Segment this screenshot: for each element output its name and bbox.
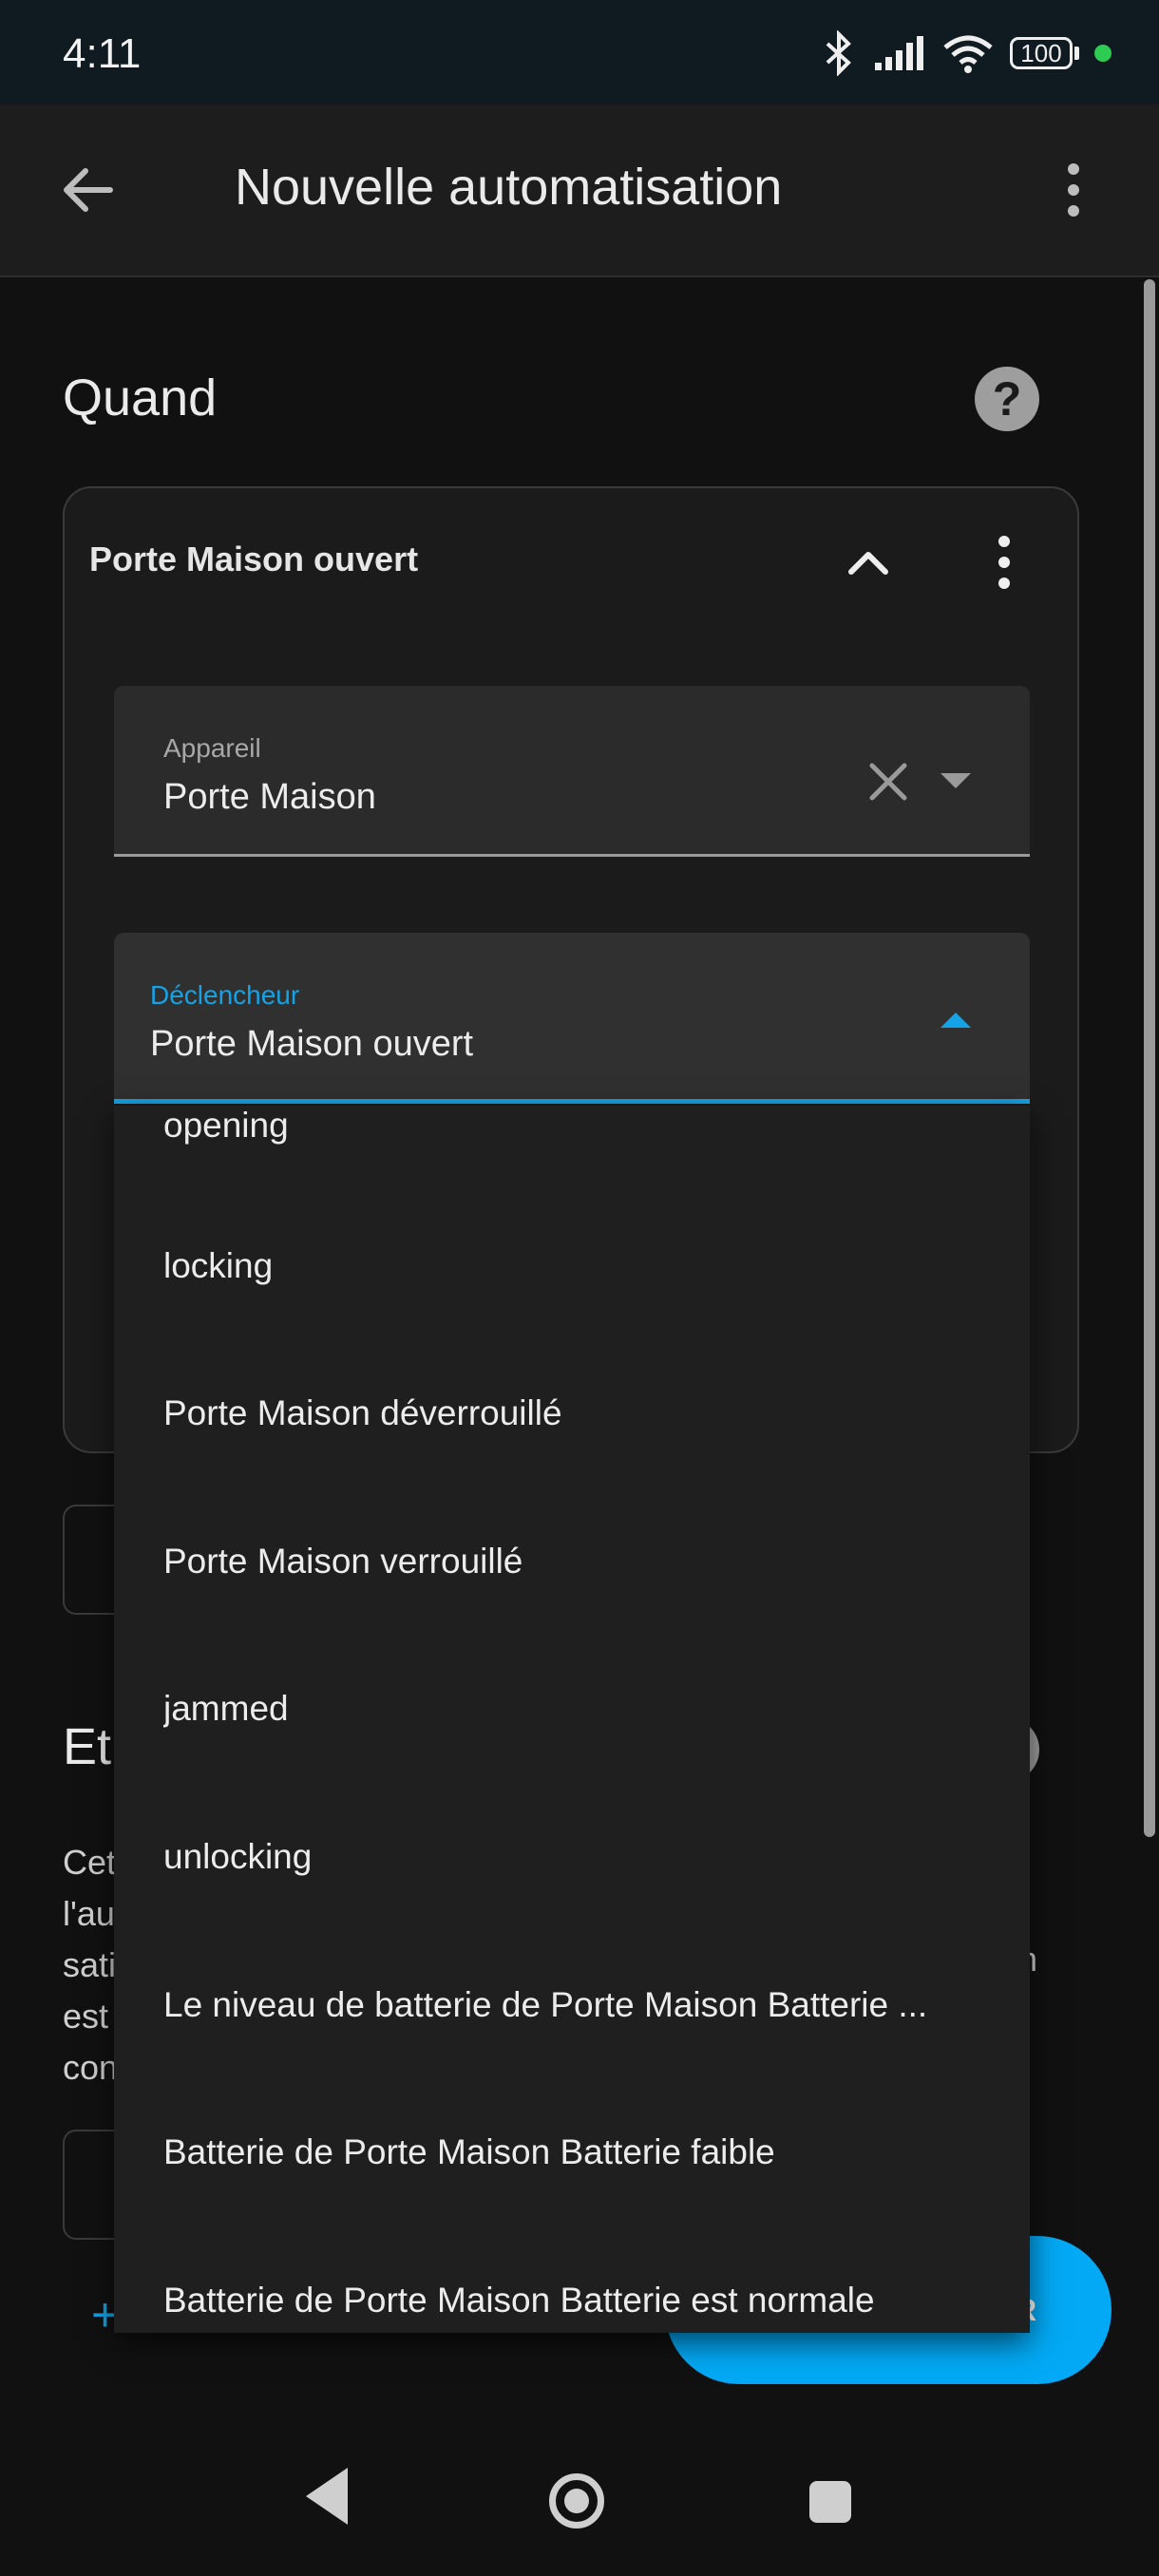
menu-item-battery-level[interactable]: Le niveau de batterie de Porte Maison Ba… — [163, 1985, 999, 2025]
menu-item-unlocking[interactable]: unlocking — [163, 1837, 999, 1877]
menu-item-locked[interactable]: Porte Maison verrouillé — [163, 1542, 999, 1582]
trigger-field-value: Porte Maison ouvert — [150, 1024, 474, 1064]
status-time: 4:11 — [63, 30, 142, 77]
menu-item-battery-normal[interactable]: Batterie de Porte Maison Batterie est no… — [163, 2281, 999, 2320]
clear-icon[interactable] — [864, 758, 912, 805]
menu-item-jammed[interactable]: jammed — [163, 1689, 999, 1729]
status-bar: 4:11 100 — [0, 0, 1159, 104]
dropdown-arrow-up-icon[interactable] — [940, 1013, 971, 1028]
trigger-field[interactable]: Déclencheur Porte Maison ouvert — [114, 933, 1030, 1104]
menu-item-opening[interactable]: opening — [163, 1106, 999, 1146]
card-dots-vertical-icon[interactable] — [988, 532, 1020, 593]
triggers-heading: Quand — [63, 369, 218, 426]
device-field-label: Appareil — [163, 733, 261, 763]
scrollbar[interactable] — [1144, 279, 1155, 1837]
nav-back-icon[interactable] — [306, 2468, 348, 2525]
dropdown-arrow-icon[interactable] — [940, 773, 971, 788]
battery-icon: 100 — [1010, 37, 1073, 69]
dots-vertical-icon[interactable] — [1051, 160, 1096, 220]
nav-recents-icon[interactable] — [809, 2481, 851, 2523]
trigger-field-label: Déclencheur — [150, 980, 300, 1010]
battery-tip — [1074, 47, 1079, 60]
wifi-icon — [943, 35, 993, 73]
page-title: Nouvelle automatisation — [235, 159, 783, 216]
menu-item-battery-low[interactable]: Batterie de Porte Maison Batterie faible — [163, 2132, 999, 2172]
nav-home-inner — [564, 2489, 589, 2513]
status-icons: 100 — [820, 28, 1112, 78]
privacy-dot — [1094, 45, 1112, 62]
help-circle-icon[interactable]: ? — [975, 367, 1039, 431]
signal-icon — [875, 36, 923, 70]
trigger-dropdown-menu: opening locking Porte Maison déverrouill… — [114, 1106, 1030, 2333]
conditions-heading: Et — [63, 1718, 112, 1775]
arrow-left-icon[interactable] — [57, 160, 118, 220]
menu-item-unlocked[interactable]: Porte Maison déverrouillé — [163, 1393, 999, 1433]
chevron-up-icon[interactable] — [840, 534, 897, 591]
trigger-card-title: Porte Maison ouvert — [89, 540, 419, 578]
bluetooth-icon — [826, 30, 851, 76]
device-field-value: Porte Maison — [163, 777, 376, 817]
menu-item-locking[interactable]: locking — [163, 1246, 999, 1286]
app-bar: Nouvelle automatisation — [0, 104, 1159, 277]
